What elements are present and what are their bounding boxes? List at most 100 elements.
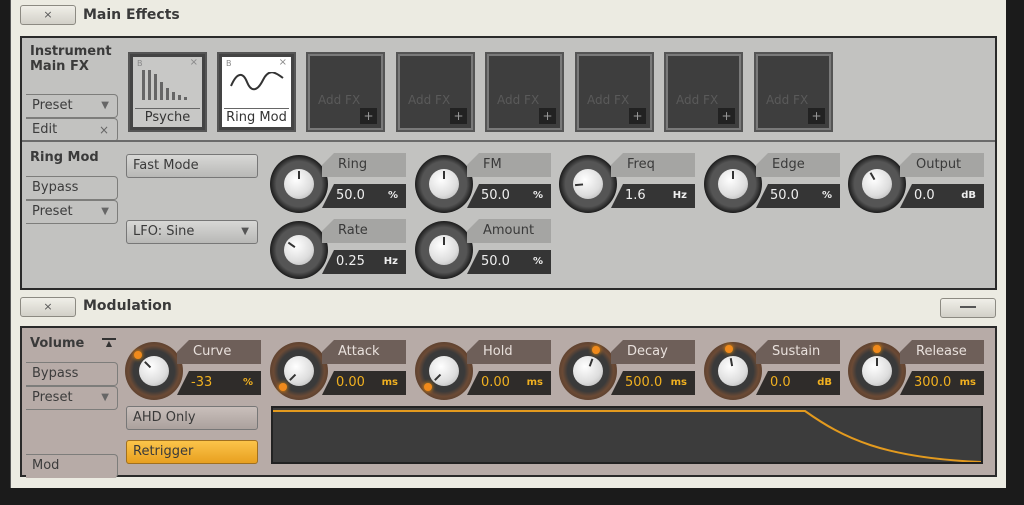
plus-icon: + — [629, 108, 646, 124]
ring-value[interactable]: 50.0% — [322, 184, 406, 208]
collapse-button[interactable] — [940, 298, 996, 318]
edge-value[interactable]: 50.0% — [756, 184, 840, 208]
edge-unit: % — [821, 190, 832, 201]
close-icon[interactable]: × — [190, 57, 198, 68]
fm-knob[interactable] — [415, 155, 473, 213]
knob-level-dot — [134, 351, 143, 360]
bypass-indicator[interactable]: B — [226, 59, 232, 68]
knob-indicator — [443, 237, 445, 245]
freq-value-text: 1.6 — [625, 188, 646, 203]
decay-unit: ms — [670, 377, 687, 388]
ahd-only-button[interactable]: AHD Only — [126, 406, 258, 430]
add-fx-slot[interactable]: Add FX + — [396, 52, 475, 132]
lfo-select-value: LFO: Sine — [133, 224, 195, 239]
hold-unit: ms — [526, 377, 543, 388]
main-fx-preset-dropdown[interactable]: Preset ▼ — [26, 94, 118, 118]
amount-label: Amount — [467, 219, 551, 243]
envelope-display[interactable] — [271, 406, 983, 464]
output-value-text: 0.0 — [914, 188, 935, 203]
lfo-select[interactable]: LFO: Sine ▼ — [126, 220, 258, 244]
effect-bypass-button[interactable]: Bypass — [26, 176, 118, 200]
fm-unit: % — [532, 190, 543, 201]
plus-icon: + — [360, 108, 377, 124]
decay-value[interactable]: 500.0 ms — [611, 371, 695, 395]
edge-label: Edge — [756, 153, 840, 177]
chevron-down-icon: ▼ — [101, 100, 109, 111]
add-fx-slot[interactable]: Add FX + — [664, 52, 743, 132]
hold-value-text: 0.00 — [481, 375, 510, 390]
edge-knob[interactable] — [704, 155, 762, 213]
knob-indicator — [732, 171, 734, 179]
knob-indicator — [298, 171, 300, 179]
attack-value[interactable]: 0.00 ms — [322, 371, 406, 395]
edit-label: Edit — [32, 122, 58, 137]
main-effects-close-button[interactable]: × — [20, 5, 76, 25]
ring-knob[interactable] — [270, 155, 328, 213]
knob-cap — [718, 356, 748, 386]
add-fx-slot[interactable]: Add FX + — [485, 52, 564, 132]
add-fx-slot[interactable]: Add FX + — [306, 52, 385, 132]
release-value[interactable]: 300.0 ms — [900, 371, 984, 395]
mod-bypass-button[interactable]: Bypass — [26, 362, 118, 386]
add-fx-label: Add FX — [497, 93, 540, 107]
section-label: Instrument Main FX — [30, 44, 112, 74]
fm-value-text: 50.0 — [481, 188, 510, 203]
mod-target-label: Volume — [30, 336, 85, 351]
modulation-title: Modulation — [83, 298, 172, 314]
knob-level-dot — [279, 382, 288, 391]
rate-value[interactable]: 0.25 Hz — [322, 250, 406, 274]
divider — [22, 140, 995, 142]
rate-value-text: 0.25 — [336, 254, 365, 269]
hold-knob[interactable] — [415, 342, 473, 400]
add-fx-label: Add FX — [766, 93, 809, 107]
edit-tab[interactable]: Edit × — [26, 118, 118, 142]
fx-slot-ring-mod[interactable]: B × Ring Mod — [217, 52, 296, 132]
amount-value[interactable]: 50.0% — [467, 250, 551, 274]
bypass-indicator[interactable]: B — [137, 59, 143, 68]
preset-label: Preset — [32, 390, 73, 405]
retrigger-button[interactable]: Retrigger — [126, 440, 258, 464]
curve-knob[interactable] — [125, 342, 183, 400]
freq-unit: Hz — [672, 190, 687, 201]
add-fx-label: Add FX — [408, 93, 451, 107]
knob-level-dot — [725, 345, 734, 354]
close-icon[interactable]: × — [279, 57, 287, 68]
curve-value[interactable]: -33% — [177, 371, 261, 395]
decay-knob[interactable] — [559, 342, 617, 400]
decay-label: Decay — [611, 340, 695, 364]
attack-knob[interactable] — [270, 342, 328, 400]
chevron-down-icon: ▼ — [241, 226, 249, 237]
fast-mode-button[interactable]: Fast Mode — [126, 154, 258, 178]
output-unit: dB — [961, 190, 976, 201]
attack-unit: ms — [381, 377, 398, 388]
knob-cap — [862, 169, 892, 199]
output-knob[interactable] — [848, 155, 906, 213]
freq-knob[interactable] — [559, 155, 617, 213]
knob-level-dot — [591, 346, 600, 355]
output-value[interactable]: 0.0 dB — [900, 184, 984, 208]
hold-value[interactable]: 0.00 ms — [467, 371, 551, 395]
release-knob[interactable] — [848, 342, 906, 400]
fm-value[interactable]: 50.0% — [467, 184, 551, 208]
close-icon[interactable]: × — [99, 119, 109, 141]
mod-preset-dropdown[interactable]: Preset ▼ — [26, 386, 118, 410]
effect-preset-dropdown[interactable]: Preset ▼ — [26, 200, 118, 224]
rate-knob[interactable] — [270, 221, 328, 279]
psyche-bars-icon — [142, 70, 187, 100]
curve-value-text: -33 — [191, 375, 213, 390]
add-fx-slot[interactable]: Add FX + — [575, 52, 654, 132]
collapse-icon[interactable]: ▲ — [102, 338, 116, 348]
amount-knob[interactable] — [415, 221, 473, 279]
mod-tab[interactable]: Mod — [26, 454, 118, 478]
plus-icon: + — [539, 108, 556, 124]
ring-value-text: 50.0 — [336, 188, 365, 203]
sustain-value[interactable]: 0.0 dB — [756, 371, 840, 395]
fx-slot-psyche[interactable]: B × Psyche — [128, 52, 207, 132]
release-unit: ms — [959, 377, 976, 388]
sustain-knob[interactable] — [704, 342, 762, 400]
fx-slot-name: Psyche — [135, 108, 200, 125]
freq-value[interactable]: 1.6 Hz — [611, 184, 695, 208]
output-label: Output — [900, 153, 984, 177]
add-fx-slot[interactable]: Add FX + — [754, 52, 833, 132]
modulation-close-button[interactable]: × — [20, 297, 76, 317]
